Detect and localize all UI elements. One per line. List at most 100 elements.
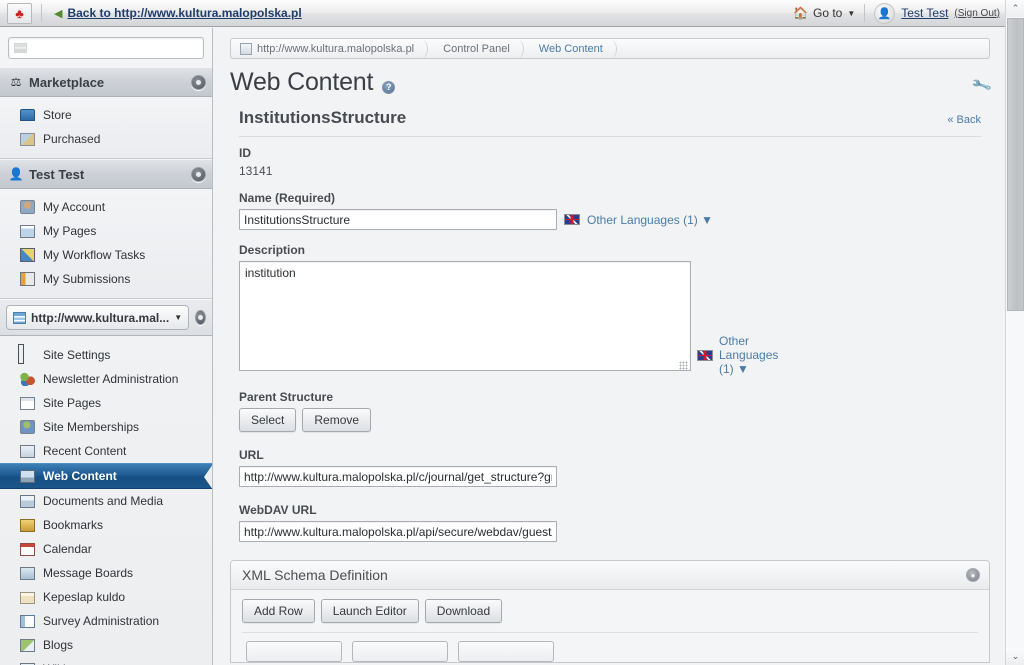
sidebar-item-label: Documents and Media bbox=[43, 494, 164, 508]
launch-editor-button[interactable]: Launch Editor bbox=[320, 599, 419, 623]
sidebar-item-bookmarks[interactable]: Bookmarks bbox=[0, 513, 212, 537]
sidebar-item-newsletter-administration[interactable]: Newsletter Administration bbox=[0, 367, 212, 391]
xml-schema-definition-panel: XML Schema Definition ● Add Row Launch E… bbox=[230, 560, 990, 663]
sidebar-item-site-memberships[interactable]: Site Memberships bbox=[0, 415, 212, 439]
sidebar-item-my-workflow-tasks[interactable]: My Workflow Tasks bbox=[0, 243, 212, 267]
xsd-field-cell[interactable] bbox=[246, 641, 342, 662]
url-input[interactable] bbox=[239, 466, 557, 487]
site-memberships-icon bbox=[20, 419, 36, 435]
page-scrollbar[interactable]: ⌃ ⌄ bbox=[1005, 0, 1024, 665]
scroll-down-arrow[interactable]: ⌄ bbox=[1006, 648, 1024, 665]
search-icon bbox=[14, 43, 27, 53]
sidebar-item-label: My Workflow Tasks bbox=[43, 248, 146, 262]
structure-name-heading: InstitutionsStructure bbox=[239, 108, 407, 127]
sidebar-section-marketplace[interactable]: ⚖ Marketplace bbox=[0, 67, 212, 97]
description-textarea[interactable]: institution bbox=[239, 261, 691, 371]
search-input[interactable] bbox=[27, 40, 203, 56]
xsd-field-cell[interactable] bbox=[352, 641, 448, 662]
webdav-url-input[interactable] bbox=[239, 521, 557, 542]
sidebar-item-site-pages[interactable]: Site Pages bbox=[0, 391, 212, 415]
back-arrow-icon: ◀ bbox=[54, 7, 63, 20]
sidebar-item-purchased[interactable]: Purchased bbox=[0, 127, 212, 151]
gear-icon[interactable] bbox=[191, 74, 206, 90]
field-webdav-url: WebDAV URL bbox=[239, 503, 981, 542]
download-button[interactable]: Download bbox=[424, 599, 503, 623]
back-link[interactable]: « Back bbox=[947, 114, 981, 126]
url-label: URL bbox=[239, 448, 264, 462]
xsd-header: XML Schema Definition ● bbox=[231, 561, 989, 590]
sidebar-item-recent-content[interactable]: Recent Content bbox=[0, 439, 212, 463]
description-other-languages-link[interactable]: Other Languages (1) ▼ bbox=[719, 334, 778, 376]
sidebar-item-store[interactable]: Store bbox=[0, 103, 212, 127]
field-name: Name (Required) Other Languages (1) ▼ bbox=[239, 191, 981, 230]
go-to-label: Go to bbox=[813, 6, 843, 20]
site-selector[interactable]: http://www.kultura.mal... ▼ bbox=[6, 305, 190, 330]
my-submissions-icon bbox=[20, 271, 36, 287]
structure-form: ID 13141 Name (Required) Other Languages… bbox=[230, 137, 990, 542]
page-header: Web Content ? 🔧 bbox=[214, 66, 1005, 97]
uk-flag-icon bbox=[697, 349, 713, 361]
gear-icon[interactable] bbox=[191, 166, 206, 182]
breadcrumb: http://www.kultura.malopolska.pl Control… bbox=[230, 38, 990, 59]
sidebar-item-documents-and-media[interactable]: Documents and Media bbox=[0, 489, 212, 513]
sidebar-item-web-content[interactable]: Web Content bbox=[0, 463, 212, 490]
sidebar-item-calendar[interactable]: Calendar bbox=[0, 537, 212, 561]
blogs-icon bbox=[20, 637, 36, 653]
xsd-field-cell[interactable] bbox=[458, 641, 554, 662]
gear-icon[interactable] bbox=[195, 310, 206, 325]
control-panel-sidebar: ⚖ Marketplace Store Purchased 👤 Test Tes… bbox=[0, 28, 213, 665]
wrench-icon[interactable]: 🔧 bbox=[970, 74, 993, 97]
select-button[interactable]: Select bbox=[239, 408, 297, 432]
help-icon[interactable]: ? bbox=[382, 80, 396, 94]
structure-panel: InstitutionsStructure « Back ID 13141 Na… bbox=[230, 108, 990, 542]
collapse-icon[interactable]: ● bbox=[966, 568, 980, 582]
description-label: Description bbox=[239, 243, 306, 257]
scrollbar-thumb[interactable] bbox=[1007, 18, 1024, 311]
sidebar-section-user[interactable]: 👤 Test Test bbox=[0, 159, 212, 189]
sidebar-item-label: My Submissions bbox=[43, 272, 131, 286]
sidebar-item-label: Survey Administration bbox=[43, 614, 160, 628]
back-to-site-link[interactable]: ◀ Back to http://www.kultura.malopolska.… bbox=[54, 6, 302, 20]
home-icon: 🏠 bbox=[793, 6, 808, 20]
sidebar-item-blogs[interactable]: Blogs bbox=[0, 633, 212, 657]
sidebar-item-my-account[interactable]: My Account bbox=[0, 195, 212, 219]
name-input[interactable] bbox=[239, 209, 557, 230]
xsd-body: Add Row Launch Editor Download bbox=[231, 590, 989, 662]
remove-button[interactable]: Remove bbox=[302, 408, 372, 432]
liferay-logo-icon[interactable]: ♣ bbox=[7, 2, 32, 24]
go-to-menu[interactable]: 🏠 Go to ▼ bbox=[793, 6, 855, 20]
divider bbox=[41, 4, 42, 22]
sidebar-item-survey-administration[interactable]: Survey Administration bbox=[0, 609, 212, 633]
field-id: ID 13141 bbox=[239, 146, 981, 178]
user-name-label[interactable]: Test Test bbox=[901, 6, 948, 20]
sidebar-item-label: Calendar bbox=[43, 542, 92, 556]
sidebar-item-message-boards[interactable]: Message Boards bbox=[0, 561, 212, 585]
sidebar-item-kepeslap-kuldo[interactable]: Kepeslap kuldo bbox=[0, 585, 212, 609]
breadcrumb-item-web-content[interactable]: Web Content bbox=[530, 39, 623, 58]
sidebar-item-wiki[interactable]: Wiki bbox=[0, 657, 212, 665]
search-box[interactable] bbox=[8, 37, 204, 59]
resize-handle-icon[interactable] bbox=[679, 361, 688, 370]
sidebar-item-my-submissions[interactable]: My Submissions bbox=[0, 267, 212, 291]
add-row-button[interactable]: Add Row bbox=[242, 599, 315, 623]
chevron-down-icon: ▼ bbox=[701, 212, 713, 227]
survey-admin-icon bbox=[20, 613, 36, 629]
user-icon: 👤 bbox=[8, 167, 24, 181]
webdav-url-label: WebDAV URL bbox=[239, 503, 317, 517]
sidebar-item-my-pages[interactable]: My Pages bbox=[0, 219, 212, 243]
xsd-button-row: Add Row Launch Editor Download bbox=[242, 599, 978, 623]
sidebar-item-label: Site Memberships bbox=[43, 420, 140, 434]
site-icon bbox=[240, 42, 252, 55]
web-content-icon bbox=[20, 468, 36, 484]
scroll-up-arrow[interactable]: ⌃ bbox=[1006, 0, 1024, 17]
sidebar-item-label: Site Settings bbox=[43, 348, 111, 362]
sidebar-item-label: My Pages bbox=[43, 224, 97, 238]
breadcrumb-item-site[interactable]: http://www.kultura.malopolska.pl bbox=[231, 39, 434, 58]
name-other-languages-link[interactable]: Other Languages (1) ▼ bbox=[587, 213, 713, 227]
user-menu[interactable]: 👤 Test Test (Sign Out) bbox=[874, 2, 1000, 24]
field-parent-structure: Parent Structure Select Remove bbox=[239, 390, 981, 432]
sidebar-item-label: Web Content bbox=[43, 469, 117, 483]
breadcrumb-item-control-panel[interactable]: Control Panel bbox=[434, 39, 530, 58]
sidebar-item-site-settings[interactable]: Site Settings bbox=[0, 343, 212, 367]
sign-out-link[interactable]: (Sign Out) bbox=[954, 8, 1000, 19]
